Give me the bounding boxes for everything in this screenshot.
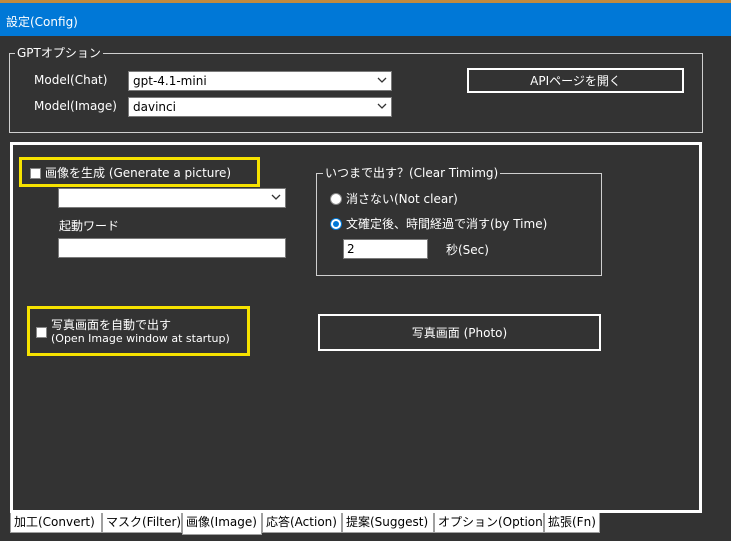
model-image-select[interactable]: davinci <box>128 97 392 117</box>
tab-action[interactable]: 応答(Action) <box>262 513 342 533</box>
tab-filter-label: マスク(Filter) <box>106 515 182 529</box>
tab-suggest-label: 提案(Suggest) <box>346 515 429 529</box>
photo-button-label: 写真画面 (Photo) <box>411 326 508 340</box>
generate-picture-checkbox[interactable] <box>30 168 41 179</box>
auto-photo-label-line2[interactable]: (Open Image window at startup) <box>51 332 230 346</box>
tab-filter[interactable]: マスク(Filter) <box>102 513 182 533</box>
by-time-radio[interactable] <box>330 218 342 230</box>
not-clear-radio[interactable] <box>330 193 342 205</box>
model-chat-value: gpt-4.1-mini <box>133 74 207 88</box>
trigger-word-input[interactable] <box>58 238 286 258</box>
seconds-value: 2 <box>347 242 355 256</box>
not-clear-label[interactable]: 消さない(Not clear) <box>346 192 458 206</box>
tab-suggest[interactable]: 提案(Suggest) <box>342 513 434 533</box>
title-bar: 設定(Config) <box>0 0 731 36</box>
tab-option-label: オプション(Option) <box>438 515 548 529</box>
tab-convert-label: 加工(Convert) <box>14 515 95 529</box>
tab-fn[interactable]: 拡張(Fn) <box>544 513 600 533</box>
seconds-unit-label: 秒(Sec) <box>446 243 489 257</box>
open-api-page-label: APIページを開く <box>530 74 621 88</box>
auto-photo-checkbox[interactable] <box>36 327 47 338</box>
tab-convert[interactable]: 加工(Convert) <box>10 513 102 533</box>
model-image-value: davinci <box>133 100 176 114</box>
chevron-down-icon <box>377 103 387 109</box>
seconds-input[interactable]: 2 <box>343 239 428 259</box>
photo-button[interactable]: 写真画面 (Photo) <box>318 314 601 351</box>
tab-image-label: 画像(Image) <box>186 515 257 529</box>
open-api-page-button[interactable]: APIページを開く <box>467 68 684 93</box>
clear-timing-legend: いつまで出す？(Clear Timimg) <box>323 166 501 180</box>
chevron-down-icon <box>377 77 387 83</box>
auto-photo-label-line1[interactable]: 写真画面を自動で出す <box>51 318 171 332</box>
tab-image[interactable]: 画像(Image) <box>182 513 262 535</box>
model-image-label: Model(Image) <box>34 99 117 113</box>
gpt-options-group <box>9 53 703 133</box>
chevron-down-icon <box>271 194 281 200</box>
model-chat-label: Model(Chat) <box>34 73 108 87</box>
tab-action-label: 応答(Action) <box>266 515 337 529</box>
generate-picture-label[interactable]: 画像を生成 (Generate a picture) <box>45 166 231 180</box>
tab-fn-label: 拡張(Fn) <box>548 515 596 529</box>
by-time-label[interactable]: 文確定後、時間経過で消す(by Time) <box>346 217 547 231</box>
generate-picture-select[interactable] <box>58 188 286 208</box>
model-chat-select[interactable]: gpt-4.1-mini <box>128 71 392 91</box>
trigger-word-label: 起動ワード <box>59 219 120 233</box>
tab-option[interactable]: オプション(Option) <box>434 513 548 533</box>
gpt-options-legend: GPTオプション <box>15 46 103 60</box>
window-title: 設定(Config) <box>6 15 78 29</box>
